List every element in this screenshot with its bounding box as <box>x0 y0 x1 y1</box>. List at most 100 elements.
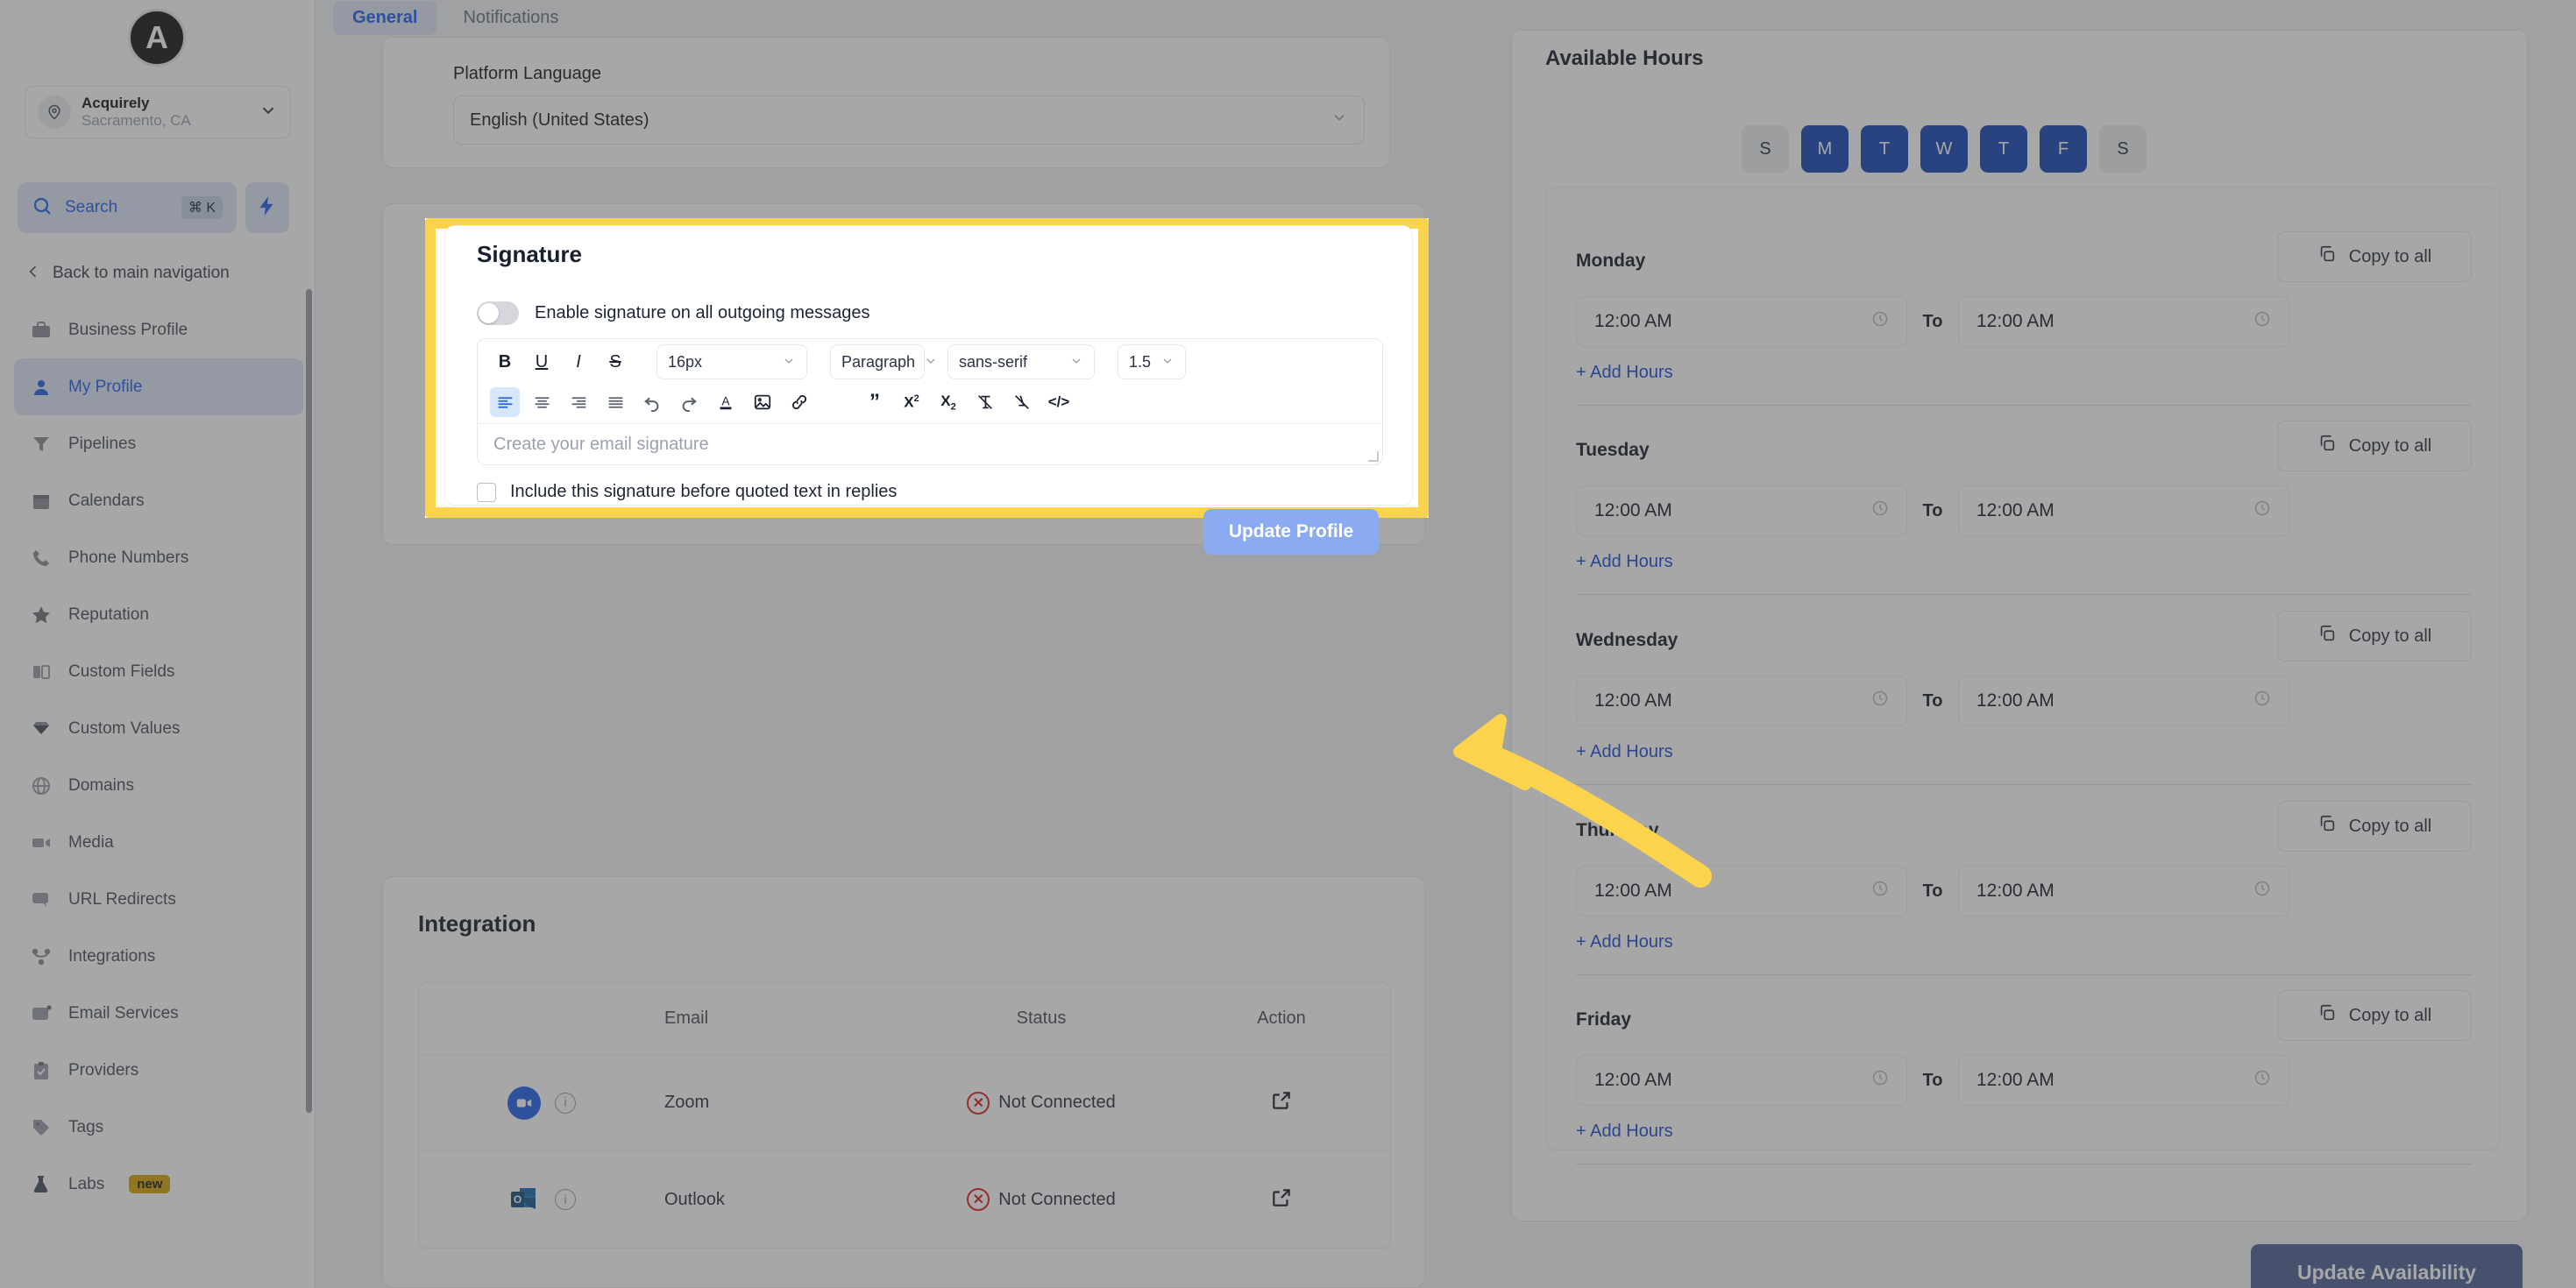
location-switcher[interactable]: Acquirely Sacramento, CA <box>25 86 291 138</box>
font-size-select[interactable]: 16px <box>656 344 807 379</box>
day-pill-fri[interactable]: F <box>2040 125 2087 173</box>
sidebar-item-my-profile[interactable]: My Profile <box>14 358 303 415</box>
time-from-value: 12:00 AM <box>1594 690 1672 711</box>
sidebar-item-custom-fields[interactable]: Custom Fields <box>14 643 303 700</box>
time-to-value: 12:00 AM <box>1976 1070 2054 1090</box>
to-label: To <box>1922 311 1943 331</box>
copy-to-all-button[interactable]: Copy to all <box>2277 231 2472 282</box>
blockquote-icon[interactable]: ” <box>860 387 890 417</box>
clear-formatting-icon[interactable] <box>970 387 1000 417</box>
undo-icon[interactable] <box>637 387 667 417</box>
platform-language-value: English (United States) <box>470 110 649 130</box>
search-input[interactable]: Search ⌘ K <box>18 182 237 233</box>
search-shortcut: ⌘ K <box>181 196 223 219</box>
text-color-icon[interactable]: A <box>711 387 741 417</box>
align-right-icon[interactable] <box>564 387 593 417</box>
align-justify-icon[interactable] <box>600 387 630 417</box>
update-availability-button[interactable]: Update Availability <box>2251 1244 2523 1288</box>
font-family-select[interactable]: sans-serif <box>947 344 1095 379</box>
remove-format-icon[interactable] <box>1007 387 1037 417</box>
day-pill-wed[interactable]: W <box>1920 125 1968 173</box>
sidebar-item-label: Pipelines <box>68 434 137 453</box>
underline-icon[interactable]: U <box>527 347 557 377</box>
sidebar-item-labs[interactable]: Labs new <box>14 1156 303 1213</box>
include-signature-row: Include this signature before quoted tex… <box>477 482 897 502</box>
time-from-input[interactable]: 12:00 AM <box>1576 1055 1907 1106</box>
clock-icon <box>2253 310 2271 333</box>
time-from-input[interactable]: 12:00 AM <box>1576 866 1907 916</box>
align-left-icon[interactable] <box>490 387 520 417</box>
time-from-input[interactable]: 12:00 AM <box>1576 676 1907 726</box>
sidebar-item-tags[interactable]: Tags <box>14 1099 303 1156</box>
external-link-icon[interactable] <box>1270 1089 1293 1116</box>
info-icon[interactable]: i <box>555 1092 576 1114</box>
sidebar-item-calendars[interactable]: Calendars <box>14 472 303 529</box>
quick-actions-button[interactable] <box>245 182 289 233</box>
copy-to-all-button[interactable]: Copy to all <box>2277 421 2472 471</box>
resize-handle[interactable] <box>1368 451 1379 462</box>
strikethrough-icon[interactable]: S <box>600 347 630 377</box>
add-hours-link[interactable]: + Add Hours <box>1576 1122 1673 1142</box>
time-from-input[interactable]: 12:00 AM <box>1576 296 1907 347</box>
info-icon[interactable]: i <box>555 1189 576 1210</box>
sidebar-item-pipelines[interactable]: Pipelines <box>14 415 303 472</box>
copy-to-all-button[interactable]: Copy to all <box>2277 801 2472 852</box>
brand-logo[interactable]: A <box>128 9 186 67</box>
external-link-icon[interactable] <box>1270 1186 1293 1214</box>
day-pill-mon[interactable]: M <box>1801 125 1849 173</box>
update-profile-button[interactable]: Update Profile <box>1203 509 1379 555</box>
sidebar-item-email-services[interactable]: Email Services <box>14 985 303 1042</box>
sidebar-item-url-redirects[interactable]: URL Redirects <box>14 871 303 928</box>
sidebar-item-custom-values[interactable]: Custom Values <box>14 700 303 757</box>
sidebar-item-integrations[interactable]: Integrations <box>14 928 303 985</box>
back-to-main-navigation[interactable]: Back to main navigation <box>18 254 298 293</box>
signature-text-area[interactable]: Create your email signature <box>478 423 1382 466</box>
block-format-select[interactable]: Paragraph <box>830 344 935 379</box>
day-pill-tue[interactable]: T <box>1861 125 1908 173</box>
sidebar-item-reputation[interactable]: Reputation <box>14 586 303 643</box>
enable-signature-toggle[interactable] <box>477 301 519 325</box>
day-pill-sat[interactable]: S <box>2099 125 2147 173</box>
insert-link-icon[interactable] <box>784 387 814 417</box>
sidebar-item-domains[interactable]: Domains <box>14 757 303 814</box>
add-hours-link[interactable]: + Add Hours <box>1576 363 1673 383</box>
clock-icon <box>2253 1069 2271 1092</box>
time-to-input[interactable]: 12:00 AM <box>1958 1055 2289 1106</box>
add-hours-link[interactable]: + Add Hours <box>1576 932 1673 952</box>
include-signature-checkbox[interactable] <box>477 482 496 502</box>
italic-icon[interactable]: I <box>564 347 593 377</box>
sidebar-item-label: URL Redirects <box>68 889 176 909</box>
sidebar-scrollbar[interactable] <box>306 289 312 1113</box>
tab-general[interactable]: General <box>333 0 437 35</box>
sidebar-item-phone-numbers[interactable]: Phone Numbers <box>14 529 303 586</box>
sidebar-item-providers[interactable]: Providers <box>14 1042 303 1099</box>
redo-icon[interactable] <box>674 387 704 417</box>
bold-icon[interactable]: B <box>490 347 520 377</box>
time-from-value: 12:00 AM <box>1594 311 1672 331</box>
time-to-input[interactable]: 12:00 AM <box>1958 676 2289 726</box>
copy-to-all-button[interactable]: Copy to all <box>2277 990 2472 1041</box>
day-pill-thu[interactable]: T <box>1980 125 2027 173</box>
align-center-icon[interactable] <box>527 387 557 417</box>
day-pill-sun[interactable]: S <box>1742 125 1789 173</box>
time-from-input[interactable]: 12:00 AM <box>1576 485 1907 536</box>
copy-to-all-button[interactable]: Copy to all <box>2277 611 2472 662</box>
tab-notifications[interactable]: Notifications <box>444 1 578 35</box>
day-separator <box>1576 594 2472 595</box>
line-height-select[interactable]: 1.5 <box>1118 344 1186 379</box>
editor-toolbar-row-2: A ” X2 X2 </> <box>478 381 1382 423</box>
add-hours-link[interactable]: + Add Hours <box>1576 742 1673 762</box>
subscript-icon[interactable]: X2 <box>933 387 963 417</box>
sidebar-item-label: Calendars <box>68 491 145 510</box>
time-to-input[interactable]: 12:00 AM <box>1958 296 2289 347</box>
code-view-icon[interactable]: </> <box>1044 387 1074 417</box>
time-to-input[interactable]: 12:00 AM <box>1958 485 2289 536</box>
hours-list: Monday Copy to all 12:00 AM To 12:00 AM <box>1545 187 2501 1164</box>
time-to-input[interactable]: 12:00 AM <box>1958 866 2289 916</box>
add-hours-link[interactable]: + Add Hours <box>1576 552 1673 572</box>
sidebar-item-media[interactable]: Media <box>14 814 303 871</box>
insert-image-icon[interactable] <box>748 387 777 417</box>
superscript-icon[interactable]: X2 <box>897 387 926 417</box>
sidebar-item-business-profile[interactable]: Business Profile <box>14 301 303 358</box>
platform-language-select[interactable]: English (United States) <box>453 96 1365 145</box>
